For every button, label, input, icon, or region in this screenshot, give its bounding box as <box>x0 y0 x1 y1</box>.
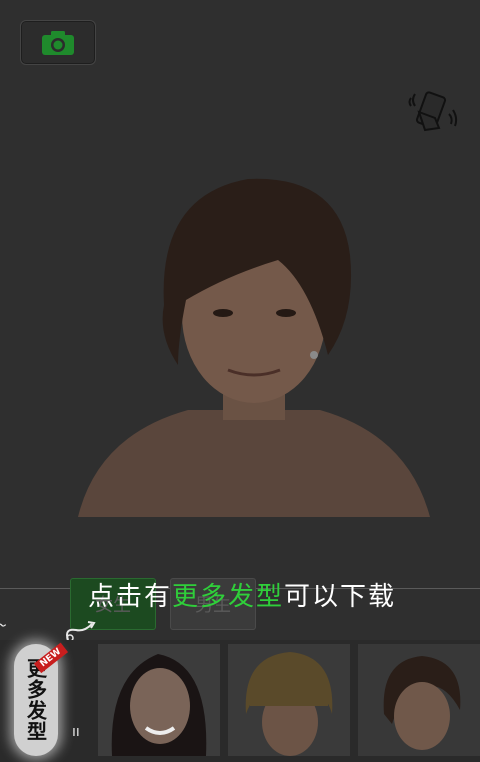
camera-icon <box>42 30 74 55</box>
sparkle-icon: ıı <box>72 724 80 740</box>
download-hint: 点击有更多发型可以下载 <box>88 576 396 613</box>
shake-phone-icon <box>408 91 458 132</box>
hairstyle-thumbnail[interactable] <box>98 644 220 756</box>
more-hairstyles-label: 更多发型 <box>23 658 48 742</box>
hint-after: 可以下载 <box>284 582 397 612</box>
shake-button[interactable] <box>404 84 460 140</box>
hairstyle-preview[interactable] <box>78 165 430 517</box>
camera-button[interactable] <box>20 20 96 65</box>
hint-highlight: 更多发型 <box>172 582 285 612</box>
hint-before: 点击有 <box>88 582 173 612</box>
hairstyle-thumbnail[interactable] <box>358 644 480 756</box>
hairstyle-thumbnail[interactable] <box>228 644 350 756</box>
